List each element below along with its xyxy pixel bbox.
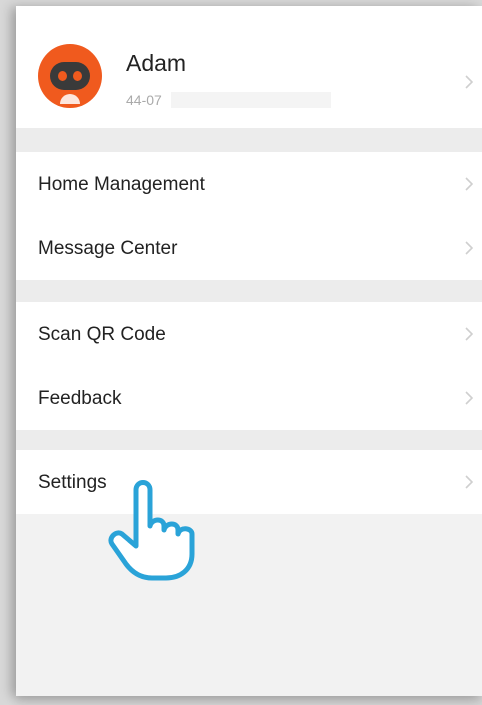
chevron-right-icon [465, 177, 474, 191]
section-divider [16, 430, 482, 450]
avatar-eye-right [73, 71, 82, 81]
menu-item-feedback[interactable]: Feedback [16, 366, 482, 430]
menu-item-label: Home Management [38, 174, 205, 195]
chevron-right-icon [465, 475, 474, 489]
section-divider [16, 128, 482, 152]
robot-avatar-icon[interactable] [38, 44, 102, 108]
menu-item-home-management[interactable]: Home Management [16, 152, 482, 216]
pointing-hand-icon [108, 480, 195, 581]
user-name: Adam [126, 50, 187, 76]
section-divider [16, 280, 482, 302]
user-id-redaction [171, 92, 331, 108]
chevron-right-icon [465, 327, 474, 341]
menu-item-label: Feedback [38, 388, 122, 409]
menu-item-label: Message Center [38, 238, 178, 259]
avatar-eye-left [58, 71, 67, 81]
menu-item-message-center[interactable]: Message Center [16, 216, 482, 280]
profile-card[interactable]: Adam 44-07 [16, 6, 482, 128]
avatar-body [60, 94, 80, 104]
menu-item-scan-qr-code[interactable]: Scan QR Code [16, 302, 482, 366]
app-screen: Adam 44-07 Home Management Message Cente… [16, 6, 482, 696]
chevron-right-icon [465, 75, 474, 89]
chevron-right-icon [465, 241, 474, 255]
menu-item-label: Scan QR Code [38, 324, 166, 345]
avatar-face [50, 62, 90, 90]
chevron-right-icon [465, 391, 474, 405]
menu-item-settings[interactable]: Settings [16, 450, 482, 514]
user-id: 44-07 [126, 92, 162, 108]
menu-item-label: Settings [38, 472, 107, 493]
